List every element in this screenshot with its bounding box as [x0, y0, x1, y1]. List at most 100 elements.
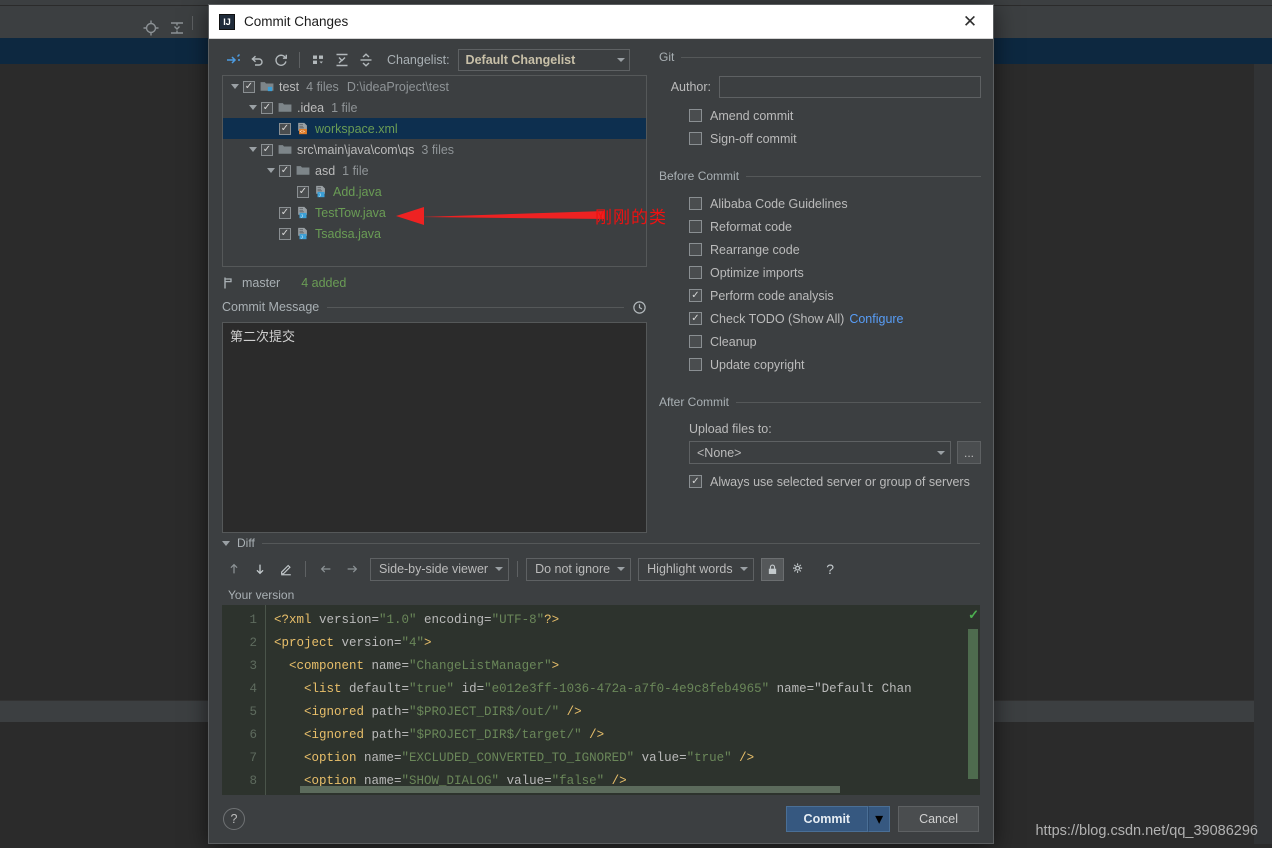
accept-left-icon[interactable]	[314, 558, 337, 581]
chevron-down-icon[interactable]	[229, 81, 241, 93]
tree-row-name: TestTow.java	[315, 205, 386, 220]
viewer-mode-value: Side-by-side viewer	[379, 562, 489, 576]
browse-button[interactable]: ...	[957, 441, 981, 464]
git-group-title: Git	[659, 50, 675, 64]
diff-header[interactable]: Diff	[222, 533, 980, 553]
before-commit-option-checkbox[interactable]: Reformat code	[659, 215, 981, 238]
tree-row[interactable]: ✓ <> workspace.xml	[223, 118, 646, 139]
checkbox-icon[interactable]: ✓	[279, 227, 291, 240]
edit-source-icon[interactable]	[274, 558, 297, 581]
java-file-icon: J	[296, 206, 310, 219]
upload-server-select[interactable]: <None>	[689, 441, 951, 464]
git-option-label: Amend commit	[710, 108, 794, 123]
always-use-server-checkbox[interactable]: ✓ Always use selected server or group of…	[659, 470, 981, 493]
viewer-mode-select[interactable]: Side-by-side viewer	[370, 557, 510, 581]
scrollbar-thumb[interactable]	[968, 629, 978, 779]
highlight-mode-select[interactable]: Highlight words	[638, 557, 754, 581]
changelist-select[interactable]: Default Changelist	[457, 49, 630, 71]
tree-row[interactable]: ✓ .idea 1 file	[223, 97, 646, 118]
group-by-icon[interactable]	[307, 49, 329, 71]
revert-icon[interactable]	[246, 49, 268, 71]
gear-icon[interactable]	[787, 558, 810, 581]
close-icon[interactable]: ✕	[957, 9, 983, 35]
before-commit-option-label: Reformat code	[710, 219, 792, 234]
checkbox-icon	[689, 220, 702, 233]
code-content[interactable]: <?xml version="1.0" encoding="UTF-8"?> <p…	[266, 605, 980, 795]
tree-row[interactable]: ✓ J Add.java	[223, 181, 646, 202]
collapse-all-icon[interactable]	[355, 49, 377, 71]
tree-row[interactable]: ✓ J Tsadsa.java	[223, 223, 646, 244]
tree-row[interactable]: ✓ asd 1 file	[223, 160, 646, 181]
before-commit-option-checkbox[interactable]: Rearrange code	[659, 238, 981, 261]
author-label: Author:	[670, 80, 711, 94]
before-commit-option-checkbox[interactable]: ✓ Check TODO (Show All) Configure	[659, 307, 981, 330]
history-clock-icon[interactable]	[632, 300, 647, 315]
tree-row-name: workspace.xml	[315, 121, 398, 136]
checkbox-icon[interactable]: ✓	[243, 80, 255, 93]
git-option-checkbox[interactable]: Sign-off commit	[659, 127, 981, 150]
svg-text:J: J	[301, 213, 303, 218]
tree-row-name: Tsadsa.java	[315, 226, 382, 241]
divider	[327, 306, 624, 308]
expand-all-icon[interactable]	[331, 49, 353, 71]
ide-editor-scrollbar[interactable]	[1254, 64, 1272, 844]
chevron-down-icon[interactable]	[265, 165, 277, 177]
commit-dropdown-button[interactable]: ▾	[868, 806, 891, 832]
question-mark-icon[interactable]: ?	[819, 558, 842, 581]
tree-row-name: src\main\java\com\qs	[297, 142, 415, 157]
configure-link[interactable]: Configure	[849, 312, 903, 326]
checkbox-icon: ✓	[689, 289, 702, 302]
chevron-down-icon[interactable]	[247, 144, 259, 156]
code-line: <list default="true" id="e012e3ff-1036-4…	[304, 682, 912, 696]
tree-row[interactable]: ✓ src\main\java\com\qs 3 files	[223, 139, 646, 160]
before-commit-option-checkbox[interactable]: ✓ Perform code analysis	[659, 284, 981, 307]
ignore-mode-select[interactable]: Do not ignore	[526, 557, 632, 581]
collapse-all-icon[interactable]	[169, 20, 185, 36]
upload-row: <None> ...	[689, 441, 981, 464]
before-commit-checkbox-list: Alibaba Code Guidelines Reformat code Rear…	[659, 192, 981, 376]
git-option-checkbox[interactable]: Amend commit	[659, 104, 981, 127]
checkbox-icon[interactable]: ✓	[261, 143, 273, 156]
changes-tree[interactable]: ✓ test 4 files D:\ideaProject\test ✓ .idea 1 f…	[222, 75, 647, 267]
commit-message-input[interactable]: 第二次提交	[222, 322, 647, 533]
checkbox-icon[interactable]: ✓	[279, 206, 291, 219]
before-commit-option-label: Alibaba Code Guidelines	[710, 196, 848, 211]
checkbox-icon[interactable]: ✓	[261, 101, 273, 114]
before-commit-option-checkbox[interactable]: Cleanup	[659, 330, 981, 353]
lock-icon[interactable]	[760, 557, 784, 581]
before-commit-group: Before Commit Alibaba Code Guidelines Ref…	[659, 166, 981, 376]
next-difference-icon[interactable]	[248, 558, 271, 581]
dialog-footer: ? Commit ▾ Cancel	[209, 795, 993, 843]
refresh-icon[interactable]	[270, 49, 292, 71]
upload-server-value: <None>	[697, 445, 742, 460]
help-button[interactable]: ?	[223, 808, 245, 830]
toolbar-separator	[517, 561, 519, 577]
divider	[736, 401, 981, 403]
author-input[interactable]	[719, 76, 981, 98]
tree-row[interactable]: ✓ test 4 files D:\ideaProject\test	[223, 76, 646, 97]
svg-text:J: J	[301, 234, 303, 239]
line-number: 2	[249, 636, 257, 650]
commit-button[interactable]: Commit	[785, 806, 869, 832]
checkbox-icon	[689, 266, 702, 279]
code-vertical-scrollbar[interactable]: ✓	[966, 605, 980, 795]
before-commit-option-checkbox[interactable]: Update copyright	[659, 353, 981, 376]
chevron-down-icon[interactable]	[247, 102, 259, 114]
previous-difference-icon[interactable]	[222, 558, 245, 581]
checkbox-icon[interactable]: ✓	[297, 185, 309, 198]
before-commit-option-label: Perform code analysis	[710, 288, 834, 303]
before-commit-option-checkbox[interactable]: Optimize imports	[659, 261, 981, 284]
code-horizontal-scrollbar[interactable]	[300, 786, 840, 793]
show-diff-icon[interactable]	[222, 49, 244, 71]
before-commit-option-checkbox[interactable]: Alibaba Code Guidelines	[659, 192, 981, 215]
locate-icon[interactable]	[143, 20, 159, 36]
diff-code-viewer[interactable]: 1 2 3 4 5 6 7 8 <?xml version="1.0" encoding="U…	[222, 605, 980, 795]
branch-icon	[224, 277, 232, 289]
accept-right-icon[interactable]	[340, 558, 363, 581]
cancel-button[interactable]: Cancel	[898, 806, 979, 832]
checkbox-icon[interactable]: ✓	[279, 122, 291, 135]
dialog-title: Commit Changes	[244, 14, 349, 29]
dialog-titlebar: IJ Commit Changes ✕	[209, 5, 993, 39]
checkbox-icon[interactable]: ✓	[279, 164, 291, 177]
